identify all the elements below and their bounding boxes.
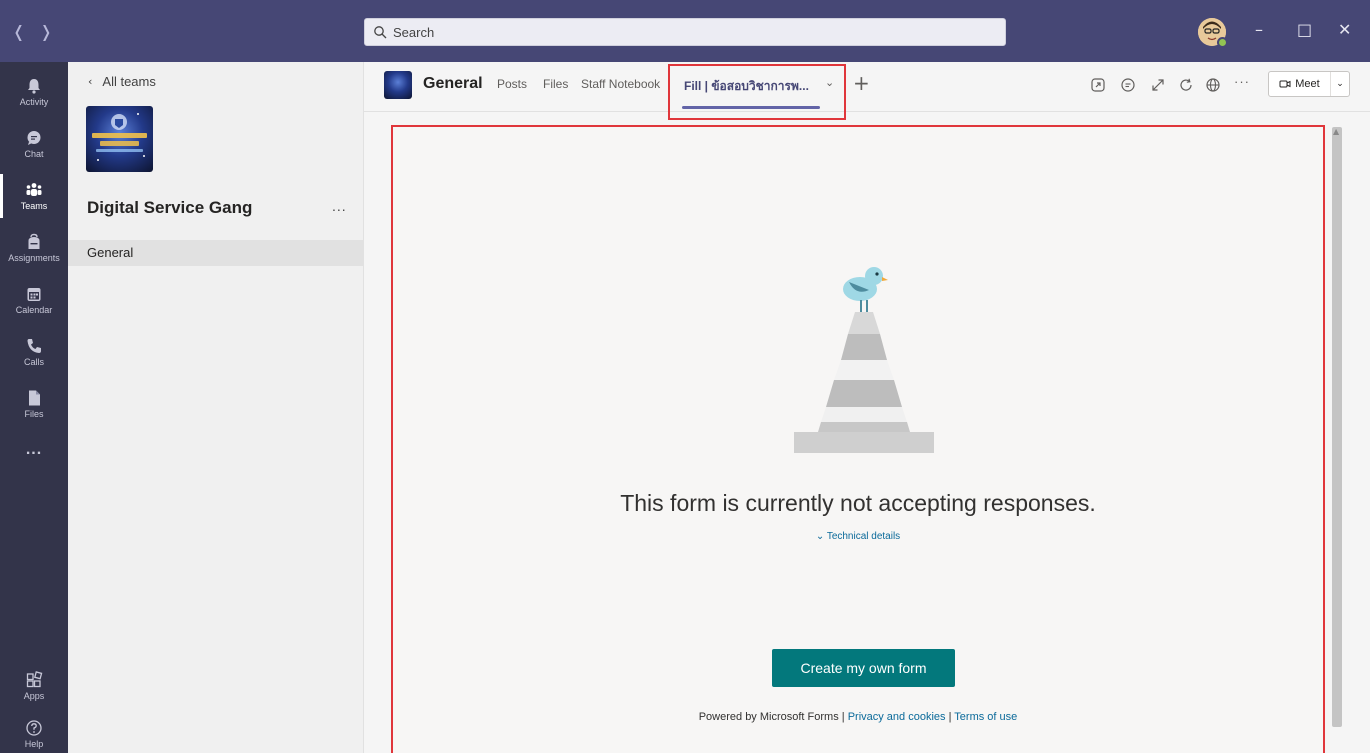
help-icon	[26, 720, 42, 736]
refresh-icon[interactable]	[1178, 77, 1194, 93]
channel-team-logo	[384, 71, 412, 99]
status-badge	[1217, 37, 1228, 48]
rail-item-calendar[interactable]: Calendar	[0, 274, 68, 326]
highlight-box-tab	[668, 64, 846, 120]
team-logo-image	[92, 113, 147, 161]
tab-staff-notebook[interactable]: Staff Notebook	[581, 77, 660, 91]
rail-item-apps[interactable]: Apps	[0, 660, 68, 712]
meet-button[interactable]: Meet ⌄	[1268, 71, 1350, 97]
rail-item-teams[interactable]: Teams	[0, 170, 68, 222]
all-teams-label: All teams	[102, 74, 156, 89]
title-bar: ❬ ❭ – □ ✕	[0, 0, 1370, 62]
close-button[interactable]: ✕	[1338, 20, 1351, 39]
rail-item-assignments[interactable]: Assignments	[0, 222, 68, 274]
globe-icon[interactable]	[1205, 77, 1221, 93]
add-tab-button[interactable]: +	[853, 71, 870, 95]
search-input[interactable]	[393, 24, 993, 40]
team-more-button[interactable]: ...	[332, 198, 347, 214]
rail-label: Activity	[19, 97, 49, 107]
channel-title: General	[423, 75, 483, 92]
minimize-button[interactable]: –	[1255, 20, 1263, 39]
phone-icon	[27, 339, 41, 353]
expand-icon[interactable]	[1150, 77, 1166, 93]
maximize-button[interactable]: □	[1297, 20, 1312, 39]
rail-label: Calendar	[15, 305, 53, 315]
meet-dropdown-icon[interactable]: ⌄	[1331, 79, 1349, 89]
teams-icon	[26, 183, 42, 196]
app-rail: Activity Chat Teams Assignments Calendar…	[0, 62, 68, 753]
apps-icon	[26, 671, 43, 688]
nav-arrows: ❬ ❭	[12, 22, 53, 41]
calendar-icon	[27, 288, 41, 301]
team-panel: ‹ All teams Digital Service Gang ... Gen…	[68, 62, 364, 753]
team-name: Digital Service Gang	[87, 198, 253, 217]
rail-item-chat[interactable]: Chat	[0, 118, 68, 170]
forward-icon[interactable]: ❭	[39, 22, 52, 41]
open-in-new-icon[interactable]	[1090, 77, 1106, 93]
chat-icon	[27, 131, 41, 145]
channel-item-general[interactable]: General	[68, 240, 364, 266]
backpack-icon	[28, 233, 40, 249]
rail-label: Teams	[20, 201, 48, 211]
search-icon	[374, 26, 387, 39]
scrollbar[interactable]	[1332, 127, 1342, 727]
tab-posts[interactable]: Posts	[497, 77, 527, 91]
video-camera-icon	[1279, 80, 1291, 88]
highlight-box-content	[391, 125, 1325, 753]
file-icon	[29, 390, 40, 406]
meet-label: Meet	[1295, 78, 1320, 90]
rail-label: Files	[24, 409, 44, 419]
rail-label: Chat	[24, 149, 44, 159]
rail-label: Assignments	[8, 253, 60, 263]
rail-label: Calls	[23, 357, 44, 367]
rail-label: Apps	[23, 691, 45, 701]
rail-item-help[interactable]: Help	[0, 708, 68, 753]
channel-header: General Posts Files Staff Notebook Fill …	[364, 62, 1370, 112]
scroll-up-icon[interactable]: ▲	[1333, 127, 1339, 136]
conversation-icon[interactable]	[1120, 77, 1136, 93]
search-box[interactable]	[364, 18, 1006, 46]
rail-item-files[interactable]: Files	[0, 378, 68, 430]
all-teams-link[interactable]: ‹ All teams	[88, 74, 156, 89]
bell-icon	[28, 79, 40, 94]
more-icon: ...	[25, 441, 43, 458]
avatar[interactable]	[1198, 18, 1228, 48]
tab-files[interactable]: Files	[543, 77, 568, 91]
rail-label: Help	[24, 739, 44, 749]
rail-item-more[interactable]: ...	[0, 424, 68, 476]
rail-item-calls[interactable]: Calls	[0, 326, 68, 378]
chevron-left-icon: ‹	[88, 75, 93, 88]
more-options-icon[interactable]: ···	[1234, 74, 1250, 90]
back-icon[interactable]: ❬	[12, 22, 25, 41]
team-logo	[86, 106, 153, 172]
rail-item-activity[interactable]: Activity	[0, 66, 68, 118]
